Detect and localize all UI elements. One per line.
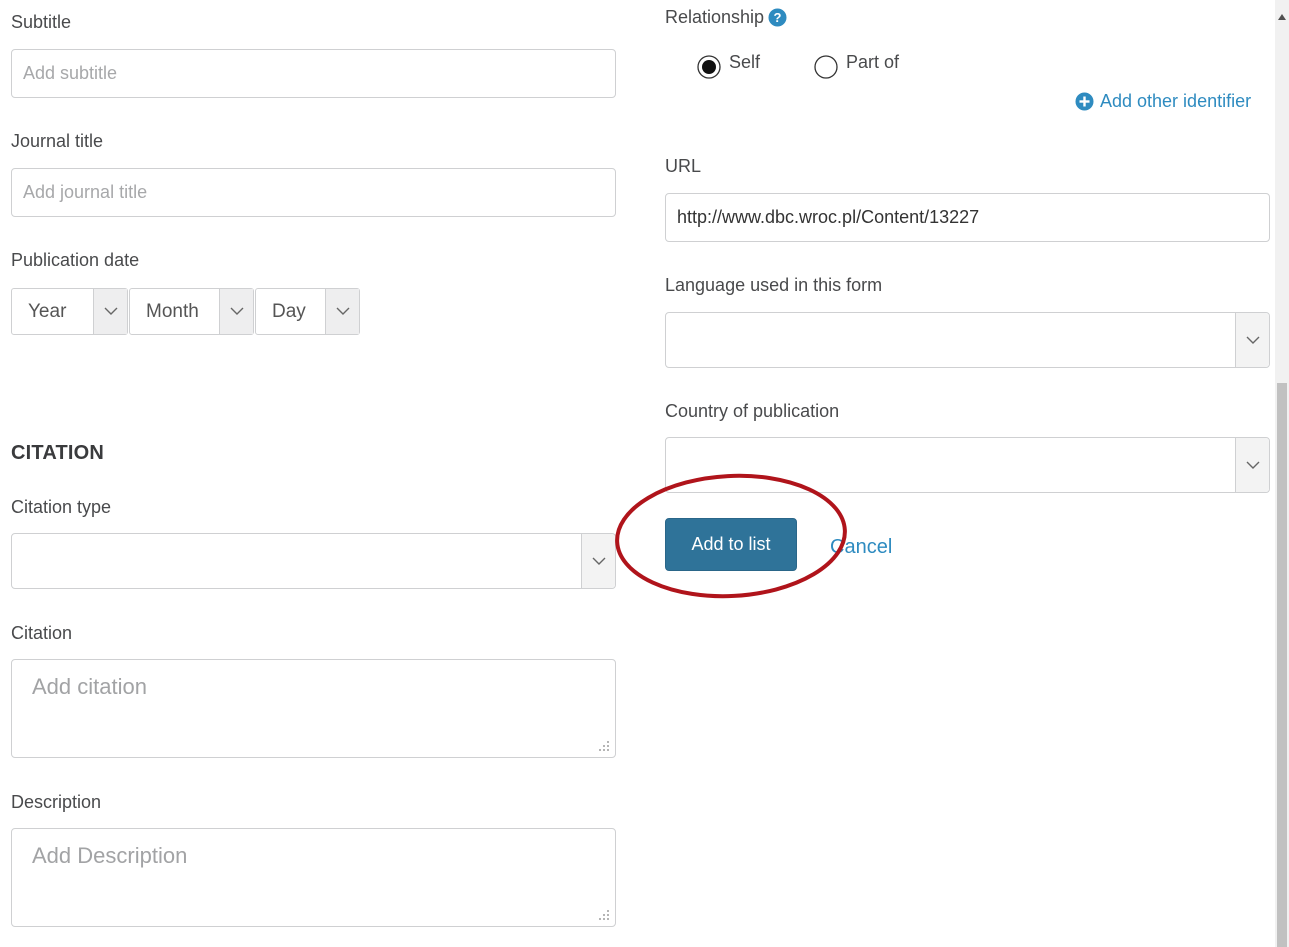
relationship-option-self[interactable]: Self [697,52,761,79]
publication-date-label: Publication date [11,250,140,270]
citation-type-select[interactable] [11,533,616,589]
add-other-identifier-label: Add other identifier [1100,91,1252,111]
radio-selected-icon[interactable] [697,55,721,79]
language-select[interactable] [665,312,1270,368]
add-to-list-button[interactable]: Add to list [665,518,797,571]
relationship-self-label: Self [729,52,761,72]
chevron-down-icon [219,289,253,334]
citation-textarea[interactable] [11,659,616,758]
plus-circle-icon [1075,92,1094,111]
journal-title-label: Journal title [11,131,104,151]
journal-title-input[interactable] [11,168,616,217]
resize-grip-icon[interactable] [597,908,611,922]
citation-type-label: Citation type [11,497,112,517]
subtitle-label: Subtitle [11,12,72,32]
language-label: Language used in this form [665,275,883,295]
question-circle-icon[interactable]: ? [768,8,787,27]
resize-grip-icon[interactable] [597,739,611,753]
description-label: Description [11,792,102,812]
relationship-option-part-of[interactable]: Part of [814,52,900,79]
month-select[interactable]: Month [129,288,254,335]
day-select[interactable]: Day [255,288,360,335]
month-select-value: Month [146,301,199,322]
radio-unselected-icon[interactable] [814,55,838,79]
subtitle-input[interactable] [11,49,616,98]
cancel-link[interactable]: Cancel [830,536,892,559]
scrollbar-thumb[interactable] [1277,383,1287,947]
relationship-label-row: Relationship ? [665,7,787,28]
description-textarea[interactable] [11,828,616,927]
year-select-value: Year [28,301,67,322]
chevron-down-icon [1235,438,1269,492]
chevron-down-icon [1235,313,1269,367]
citation-label: Citation [11,623,73,643]
chevron-down-icon [581,534,615,588]
scrollbar-track[interactable] [1275,0,1289,947]
chevron-down-icon [325,289,359,334]
relationship-part-of-label: Part of [846,52,900,72]
relationship-label: Relationship [665,7,765,27]
country-label: Country of publication [665,401,840,421]
scroll-up-arrow-icon[interactable] [1278,14,1286,20]
day-select-value: Day [272,301,306,322]
add-other-identifier-link[interactable]: Add other identifier [1075,91,1251,112]
url-input[interactable] [665,193,1270,242]
year-select[interactable]: Year [11,288,128,335]
url-label: URL [665,156,702,176]
chevron-down-icon [93,289,127,334]
citation-section-heading: CITATION [11,442,105,464]
country-select[interactable] [665,437,1270,493]
svg-text:?: ? [774,10,782,25]
